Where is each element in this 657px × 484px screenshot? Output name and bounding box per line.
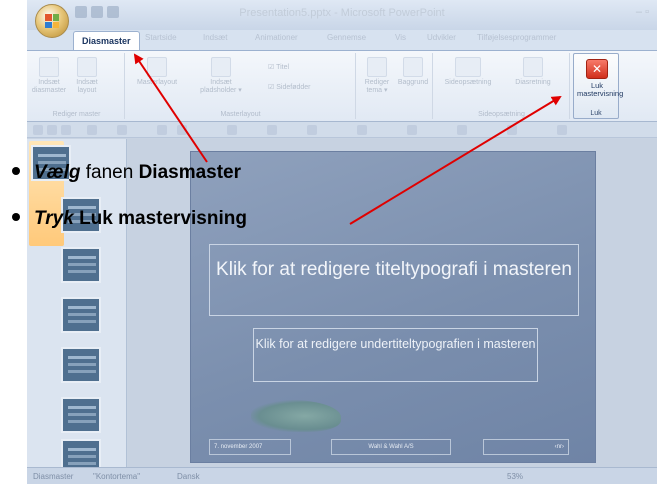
copy-icon[interactable] — [267, 125, 277, 135]
group-page-setup: Sideopsætning Diasretning Sideopsætning — [434, 53, 570, 119]
window-controls[interactable]: – ▫ — [636, 6, 649, 18]
insert-slide-master-button[interactable]: Indsæt diasmaster — [31, 57, 67, 95]
instruction-step-2: Tryk Luk mastervisning — [12, 208, 247, 230]
group-label-edit-master: Rediger master — [52, 111, 101, 118]
slide-sorter-icon[interactable] — [157, 125, 167, 135]
group-label-close: Luk — [590, 110, 602, 117]
page-setup-button[interactable]: Sideopsætning — [438, 57, 498, 87]
footer-number-placeholder[interactable]: ‹nr› — [483, 439, 569, 455]
tab-udvikler[interactable]: Udvikler — [427, 33, 456, 42]
group-master-layout: Masterlayout Indsæt pladsholder ▾ ☑ Tite… — [126, 53, 356, 119]
background-button[interactable]: Baggrund — [395, 57, 431, 87]
shapes-icon[interactable] — [357, 125, 367, 135]
orientation-icon — [523, 57, 543, 77]
open-icon[interactable] — [47, 125, 57, 135]
group-label-master-layout: Masterlayout — [220, 111, 261, 118]
cut-icon[interactable] — [227, 125, 237, 135]
master-layout-button[interactable]: Masterlayout — [134, 57, 180, 87]
status-zoom[interactable]: 53% — [507, 472, 523, 481]
table-icon[interactable] — [557, 125, 567, 135]
edit-theme-button[interactable]: Rediger tema ▾ — [359, 57, 395, 95]
chart-icon[interactable] — [507, 125, 517, 135]
office-logo-icon — [45, 14, 59, 28]
theme-icon — [367, 57, 387, 77]
tab-gennemse[interactable]: Gennemse — [327, 33, 366, 42]
layout-thumbnail-4[interactable] — [61, 347, 101, 383]
tab-indsaet[interactable]: Indsæt — [203, 33, 227, 42]
tab-tilfoejelsesprogrammer[interactable]: Tilføjelsesprogrammer — [477, 33, 556, 42]
footer-center-placeholder[interactable]: Wahl & Wahl A/S — [331, 439, 451, 455]
placeholder-icon — [211, 57, 231, 77]
group-edit-master: Indsæt diasmaster Indsæt layout Rediger … — [29, 53, 125, 119]
bullet-dot-icon — [12, 167, 20, 175]
fish-decoration — [251, 400, 341, 432]
tab-diasmaster[interactable]: Diasmaster — [73, 31, 140, 50]
slide-master-icon — [39, 57, 59, 77]
title-bar: Presentation5.pptx - Microsoft PowerPoin… — [27, 0, 657, 30]
slide-thumbnails-panel[interactable] — [27, 139, 127, 475]
normal-view-icon[interactable] — [177, 125, 187, 135]
background-icon — [403, 57, 423, 77]
title-placeholder[interactable]: Klik for at redigere titeltypografi i ma… — [209, 244, 579, 316]
redo-toolbar-icon[interactable] — [117, 125, 127, 135]
layout-thumbnail-2[interactable] — [61, 247, 101, 283]
master-layout-icon — [147, 57, 167, 77]
status-language: Dansk — [177, 472, 200, 481]
footer-date-placeholder[interactable]: 7. november 2007 — [209, 439, 291, 455]
slide-master-preview[interactable]: Klik for at redigere titeltypografi i ma… — [190, 151, 596, 463]
status-view: Diasmaster — [33, 472, 74, 481]
insert-layout-button[interactable]: Indsæt layout — [69, 57, 105, 95]
page-setup-icon — [455, 57, 481, 77]
layout-icon — [77, 57, 97, 77]
group-label-page-setup: Sideopsætning — [478, 111, 525, 118]
slide-orientation-button[interactable]: Diasretning — [504, 57, 562, 87]
bullet-dot-icon — [12, 213, 20, 221]
formatting-toolbar — [27, 122, 657, 138]
close-master-view-button[interactable]: ✕ Luk mastervisning — [577, 59, 623, 98]
title-checkbox[interactable]: ☑ Titel — [268, 63, 289, 71]
tab-startside[interactable]: Startside — [145, 33, 177, 42]
layout-thumbnail-5[interactable] — [61, 397, 101, 433]
tab-vis[interactable]: Vis — [395, 33, 406, 42]
group-close: ✕ Luk mastervisning Luk — [573, 53, 623, 119]
paste-icon[interactable] — [307, 125, 317, 135]
insert-placeholder-button[interactable]: Indsæt pladsholder ▾ — [198, 57, 244, 95]
textbox-icon[interactable] — [407, 125, 417, 135]
save-toolbar-icon[interactable] — [61, 125, 71, 135]
footers-checkbox[interactable]: ☑ Sidefødder — [268, 83, 310, 91]
undo-toolbar-icon[interactable] — [87, 125, 97, 135]
tab-animationer[interactable]: Animationer — [255, 33, 298, 42]
status-bar: Diasmaster "Kontortema" Dansk 53% — [27, 467, 657, 484]
window-title: Presentation5.pptx - Microsoft PowerPoin… — [239, 7, 445, 19]
instruction-step-1: Vælg fanen Diasmaster — [12, 162, 241, 184]
new-icon[interactable] — [33, 125, 43, 135]
office-button[interactable] — [35, 4, 69, 38]
layout-thumbnail-3[interactable] — [61, 297, 101, 333]
close-icon: ✕ — [586, 59, 608, 79]
group-edit-theme: Rediger tema ▾ Baggrund — [357, 53, 433, 119]
ribbon: Indsæt diasmaster Indsæt layout Rediger … — [27, 50, 657, 122]
subtitle-placeholder[interactable]: Klik for at redigere undertiteltypografi… — [253, 328, 538, 382]
picture-icon[interactable] — [457, 125, 467, 135]
status-theme: "Kontortema" — [93, 472, 141, 481]
ribbon-tabs: Diasmaster Startside Indsæt Animationer … — [27, 30, 657, 50]
